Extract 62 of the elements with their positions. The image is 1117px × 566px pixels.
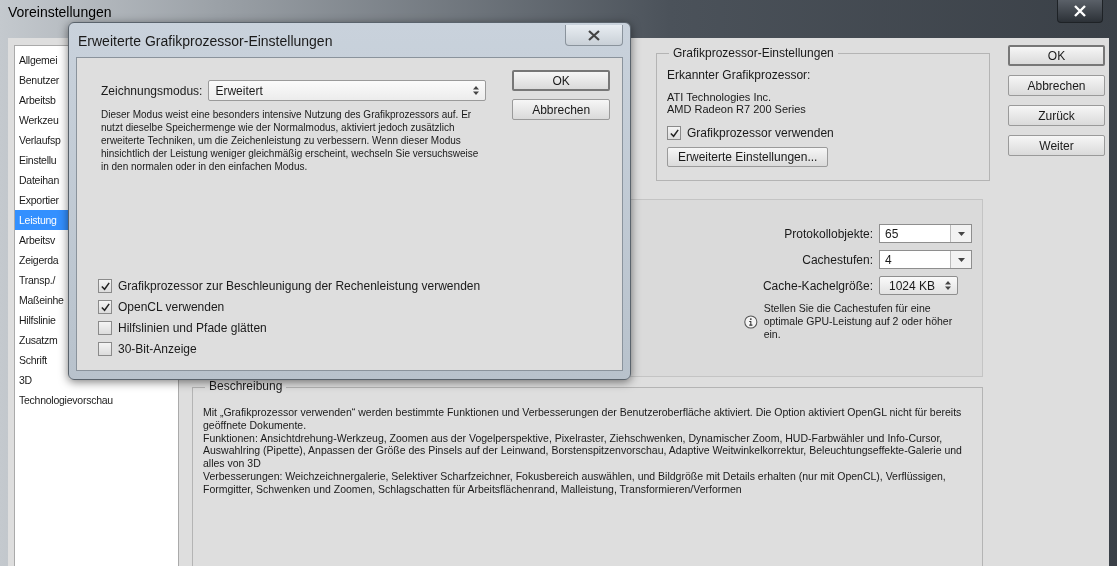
category-item[interactable]: Dateihan [15, 170, 64, 190]
mode-description: Dieser Modus weist eine besonders intensive Nutzung des Grafikprozessors auf. Er nutzt dieselbe Speichermenge wie der Normalmodus, aktiviert jedoch zusätzlich erweiterte Techniken, um die Zeichenleistung zu verbessern. Wenn dieser Modus hinsichtlich der Leistung weniger gleichmäßig erscheint, wechseln Sie versuchsweise in den normalen oder in den einfachen Modus. [101, 108, 480, 173]
description-text: Verbesserungen: Weichzeichnergalerie, Selektiver Scharfzeichner, Fokusbereich auswählen, und Bildgröße mit Details erhalten (nur mit OpenCL), Verflüssigen, Formgitter, Schwenken und Zoomen, Schlagschatten für Arbeitsflächenrand, Malleistung, Transformieren/Verformen [203, 470, 947, 496]
category-item[interactable]: Maßeinhe [15, 290, 68, 310]
checkbox-label: OpenCL verwenden [118, 300, 225, 314]
category-item[interactable]: Transp./ [15, 270, 60, 290]
combo-box[interactable]: 65 [879, 224, 972, 243]
checkbox[interactable] [98, 300, 112, 314]
checkbox-label: 30-Bit-Anzeige [118, 342, 197, 356]
field-label: Cache-Kachelgröße: [762, 278, 873, 293]
dialog-button[interactable]: Abbrechen [1008, 75, 1105, 96]
category-item[interactable]: Schrift [15, 350, 51, 370]
gpu-name: ATI Technologies Inc. [667, 91, 773, 103]
category-item[interactable]: Arbeitsb [15, 90, 60, 110]
field-label: Protokollobjekte: [784, 226, 873, 241]
category-item[interactable]: Einstellu [15, 150, 61, 170]
group-title: Beschreibung [205, 380, 287, 393]
checkbox[interactable] [98, 321, 112, 335]
category-item[interactable]: Zeigerda [15, 250, 63, 270]
checkbox[interactable] [98, 279, 112, 293]
dialog-button[interactable]: Weiter [1008, 135, 1105, 156]
dialog-button[interactable]: OK [512, 70, 610, 91]
category-item[interactable]: Arbeitsv [15, 230, 59, 250]
field-label: Zeichnungsmodus: [101, 83, 203, 98]
close-button[interactable] [565, 25, 623, 46]
description-text: Funktionen: Ansichtdrehung-Werkzeug, Zoomen aus der Vogelperspektive, Pixelraster, Ziehschwenken, Dynamischer Zoom, HUD-Farbwähler und Info-Cursor, Auswahlring (Pipette), Anpassen der Größe des Pinsels auf der Leinwand, Borstenspitzenvorschau, Adaptive Weitwinkelkorrektur, Beleuchtungseffekte-Galerie und alles von 3D [203, 431, 963, 470]
detected-gpu-label: Erkannter Grafikprozessor: [667, 68, 812, 82]
category-item[interactable]: Allgemei [15, 50, 62, 70]
group-title: Grafikprozessor-Einstellungen [669, 46, 838, 60]
dropdown[interactable]: Erweitert [208, 80, 487, 101]
dialog-button[interactable]: Abbrechen [512, 99, 610, 120]
category-item[interactable]: 3D [15, 370, 36, 390]
combo-box[interactable]: 4 [879, 250, 972, 269]
category-item[interactable]: Hilfslinie [15, 310, 60, 330]
advanced-settings-button[interactable]: Erweiterte Einstellungen... [667, 147, 829, 167]
dropdown[interactable]: 1024 KB [879, 276, 958, 295]
dialog-button[interactable]: OK [1008, 45, 1105, 66]
category-item[interactable]: Zusatzm [15, 330, 62, 350]
dropdown-arrow-icon [957, 257, 965, 262]
checkbox-label: Grafikprozessor zur Beschleunigung der Rechenleistung verwenden [118, 279, 481, 293]
checkbox-label: Grafikprozessor verwenden [687, 126, 834, 140]
dialog-title: Erweiterte Grafikprozessor-Einstellungen [78, 33, 333, 49]
category-item[interactable]: Verlaufsp [15, 130, 65, 150]
close-icon [588, 29, 600, 41]
info-text: Stellen Sie die Cachestufen für eine optimale GPU-Leistung auf 2 oder höher ein. [763, 302, 954, 341]
field-label: Cachestufen: [802, 252, 873, 267]
close-button[interactable] [1057, 0, 1103, 23]
checkbox[interactable] [98, 342, 112, 356]
up-down-arrows-icon [473, 86, 480, 95]
window-title: Voreinstellungen [8, 4, 112, 20]
category-item[interactable]: Benutzer [15, 70, 64, 90]
category-item[interactable]: Technologievorschau [15, 390, 117, 410]
description-text: Mit „Grafikprozessor verwenden“ werden bestimmte Funktionen und Verbesserungen der Benutzeroberfläche aktiviert. Die Option aktiviert OpenGL nicht für bereits geöffnete Dokumente. [203, 406, 963, 432]
close-icon [1074, 5, 1086, 17]
category-item[interactable]: Werkzeu [15, 110, 63, 130]
dialog-button[interactable]: Zurück [1008, 105, 1105, 126]
up-down-arrows-icon [945, 281, 951, 290]
checkbox[interactable] [667, 126, 681, 140]
gpu-name: AMD Radeon R7 200 Series [667, 103, 807, 115]
checkbox-label: Hilfslinien und Pfade glätten [118, 321, 267, 335]
category-item[interactable]: Exportier [15, 190, 63, 210]
dropdown-arrow-icon [957, 231, 965, 236]
